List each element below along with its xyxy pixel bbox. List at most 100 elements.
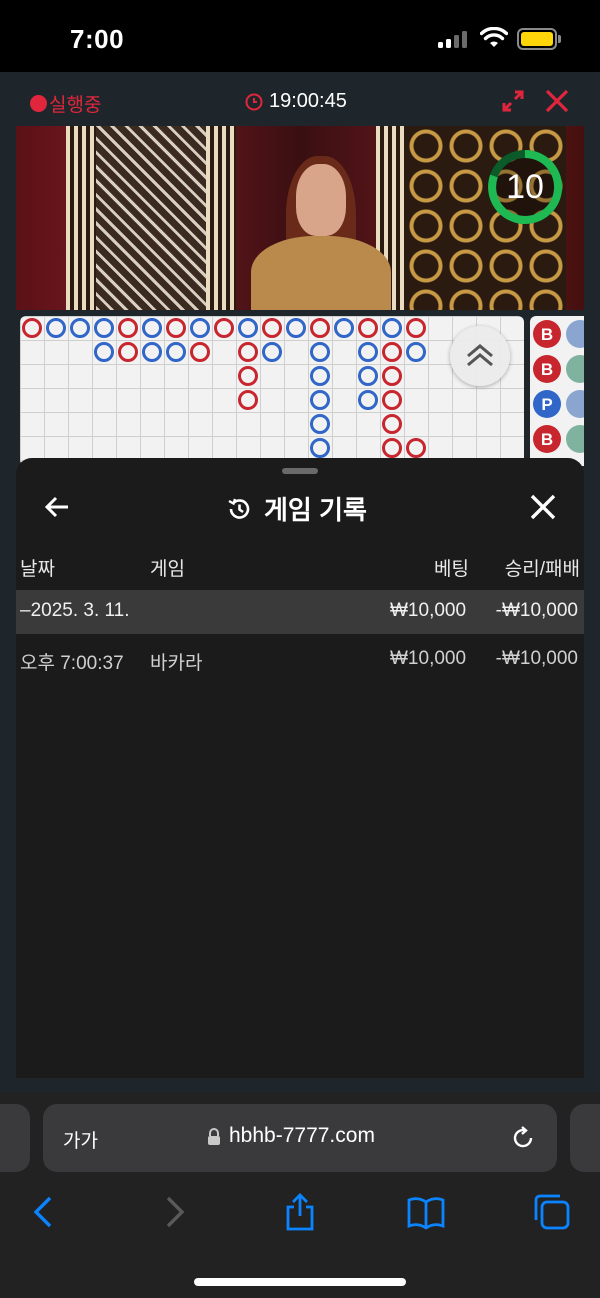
banker-ring (166, 318, 186, 338)
bead-road-board (20, 316, 524, 466)
previous-tab-preview[interactable] (0, 1104, 30, 1172)
player-ring (166, 342, 186, 362)
countdown-value: 10 (506, 168, 544, 206)
wifi-icon (480, 27, 508, 47)
back-icon[interactable] (24, 1192, 64, 1232)
live-label: 실행중 (49, 95, 102, 116)
text-size-button[interactable]: 가가 (63, 1126, 98, 1153)
banker-ring (118, 318, 138, 338)
player-ring (382, 318, 402, 338)
url-text: hbhb-7777.com (229, 1124, 375, 1147)
expand-roadmap-button[interactable] (450, 326, 510, 386)
player-ring (310, 366, 330, 386)
banker-ring (358, 318, 378, 338)
reload-icon[interactable] (509, 1124, 537, 1152)
player-ring (286, 318, 306, 338)
player-ring (310, 438, 330, 458)
banker-ring (406, 318, 426, 338)
game-header: 실행중 19:00:45 (0, 72, 600, 126)
sheet-drag-handle[interactable] (282, 468, 318, 474)
status-bar: 7:00 (0, 0, 600, 72)
close-game-icon[interactable] (544, 88, 570, 114)
chevron-up-icon (467, 344, 493, 367)
live-game-area: 실행중 19:00:45 10 B B P B 게임 기록 날짜 게임 베팅 승… (0, 72, 600, 1092)
banker-ring (238, 342, 258, 362)
banker-ring (382, 342, 402, 362)
player-ring (94, 318, 114, 338)
history-row[interactable]: 오후 7:00:37 바카라 ₩10,000 -₩10,000 (16, 634, 584, 686)
player-ring (334, 318, 354, 338)
dealer (251, 236, 391, 310)
date-group-row[interactable]: –2025. 3. 11. ₩10,000 -₩10,000 (16, 590, 584, 634)
lock-icon (208, 1128, 220, 1145)
player-ring (310, 414, 330, 434)
side-road-bead: P (533, 390, 584, 418)
banker-ring (382, 390, 402, 410)
browser-toolbar: 가가 hbhb-7777.com (0, 1092, 600, 1298)
share-icon[interactable] (280, 1192, 320, 1232)
column-header-game: 게임 (150, 559, 185, 580)
game-clock-text: 19:00:45 (269, 90, 347, 112)
row-game: 바카라 (150, 653, 203, 674)
player-ring (406, 342, 426, 362)
banker-ring (214, 318, 234, 338)
group-date: –2025. 3. 11. (20, 600, 130, 621)
group-result-total: -₩10,000 (495, 600, 578, 621)
banker-ring (406, 438, 426, 458)
countdown-timer: 10 (488, 149, 563, 224)
bookmarks-icon[interactable] (406, 1192, 446, 1232)
player-ring (70, 318, 90, 338)
back-arrow-icon[interactable] (42, 492, 72, 522)
expand-icon[interactable] (500, 88, 526, 114)
player-ring (310, 390, 330, 410)
side-road-bead: B (533, 320, 584, 348)
history-icon (228, 498, 250, 519)
live-indicator: 실행중 (30, 90, 101, 117)
home-indicator (194, 1278, 406, 1286)
clock-icon (245, 93, 263, 110)
player-ring (46, 318, 66, 338)
game-history-sheet: 게임 기록 날짜 게임 베팅 승리/패배 –2025. 3. 11. ₩10,0… (16, 458, 584, 1078)
player-ring (238, 318, 258, 338)
player-ring (262, 342, 282, 362)
battery-icon (517, 28, 557, 50)
sheet-header: 게임 기록 (226, 490, 367, 527)
banker-ring (190, 342, 210, 362)
player-ring (190, 318, 210, 338)
banker-ring (262, 318, 282, 338)
column-header-bet: 베팅 (434, 559, 469, 580)
banker-ring (22, 318, 42, 338)
banker-ring (310, 318, 330, 338)
live-dot-icon (30, 95, 47, 112)
player-ring (358, 390, 378, 410)
cellular-signal-icon (438, 30, 468, 48)
forward-icon[interactable] (154, 1192, 194, 1232)
row-bet: ₩10,000 (390, 648, 467, 669)
svg-text:B: B (541, 360, 553, 379)
player-ring (358, 366, 378, 386)
dealer-video: 10 (16, 126, 584, 310)
banker-ring (238, 366, 258, 386)
group-bet-total: ₩10,000 (390, 600, 467, 621)
banker-ring (382, 366, 402, 386)
svg-text:B: B (541, 325, 553, 344)
banker-ring (382, 414, 402, 434)
next-tab-preview[interactable] (570, 1104, 600, 1172)
banker-ring (118, 342, 138, 362)
banker-ring (382, 438, 402, 458)
address-bar[interactable]: 가가 hbhb-7777.com (43, 1104, 557, 1172)
sheet-title: 게임 기록 (264, 495, 367, 525)
tabs-icon[interactable] (532, 1192, 572, 1232)
row-result: -₩10,000 (495, 648, 578, 669)
side-road-board: BBPB (530, 316, 584, 466)
player-ring (142, 342, 162, 362)
player-ring (358, 342, 378, 362)
player-ring (142, 318, 162, 338)
row-time: 오후 7:00:37 (20, 653, 124, 674)
svg-text:P: P (541, 395, 552, 414)
side-road-bead: B (533, 425, 584, 453)
column-header-date: 날짜 (20, 559, 55, 580)
banker-ring (238, 390, 258, 410)
close-icon[interactable] (528, 492, 558, 522)
side-road-bead: B (533, 355, 584, 383)
